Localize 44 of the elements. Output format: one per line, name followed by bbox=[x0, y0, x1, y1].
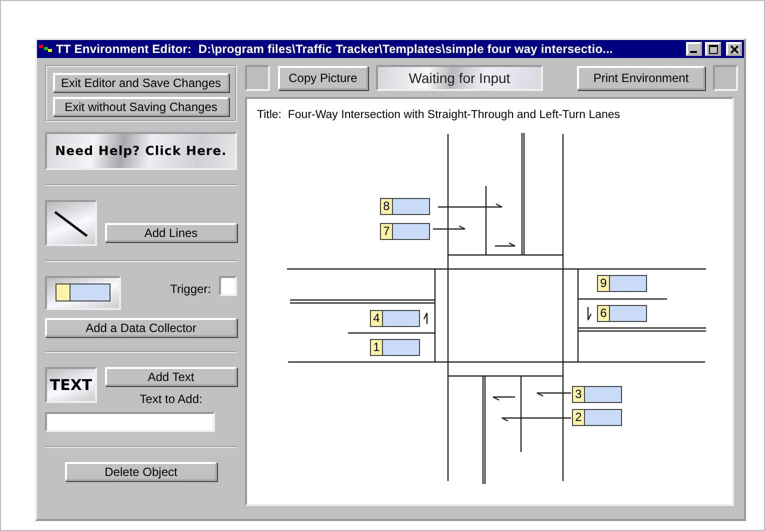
collector-number[interactable]: 4 bbox=[370, 310, 383, 327]
minimize-button[interactable] bbox=[686, 42, 702, 56]
add-lines-button[interactable]: Add Lines bbox=[105, 223, 237, 242]
color-swatch[interactable] bbox=[713, 65, 738, 91]
status-display: Waiting for Input bbox=[376, 65, 543, 91]
exit-button[interactable]: Exit without Saving Changes bbox=[53, 97, 229, 116]
maximize-button[interactable] bbox=[705, 42, 721, 56]
color-swatch[interactable] bbox=[245, 65, 270, 91]
collector-field[interactable] bbox=[393, 198, 430, 215]
close-icon bbox=[730, 45, 738, 54]
add-text-button[interactable]: Add Text bbox=[105, 367, 237, 386]
app-icon bbox=[39, 44, 53, 54]
drawing-canvas[interactable]: Title: Four-Way Intersection with Straight-Through and Left-Turn Lanes 8 7 9 4 6 1 3 2 bbox=[245, 97, 734, 506]
collector-number[interactable]: 3 bbox=[572, 386, 585, 403]
collector-number[interactable]: 7 bbox=[380, 223, 393, 240]
help-banner[interactable]: Need Help? Click Here. bbox=[45, 132, 237, 170]
collector-field[interactable] bbox=[585, 386, 622, 403]
diagram-title: Title: Four-Way Intersection with Straight-Through and Left-Turn Lanes bbox=[257, 108, 620, 123]
collector-number[interactable]: 2 bbox=[572, 409, 585, 426]
exit-button[interactable]: Exit Editor and Save Changes bbox=[53, 73, 229, 92]
delete-object-button[interactable]: Delete Object bbox=[65, 462, 217, 481]
text-to-add-field[interactable] bbox=[45, 412, 215, 432]
maximize-icon bbox=[708, 45, 718, 54]
text-tool-sample[interactable]: TEXT bbox=[45, 367, 97, 403]
data-collector-tool-icon[interactable] bbox=[45, 276, 121, 310]
add-data-collector-button[interactable]: Add a Data Collector bbox=[45, 318, 237, 337]
close-button[interactable] bbox=[726, 42, 742, 56]
collector-field[interactable] bbox=[610, 305, 647, 322]
collector-number[interactable]: 6 bbox=[597, 305, 610, 322]
trigger-checkbox[interactable] bbox=[219, 276, 237, 296]
trigger-label: Trigger: bbox=[170, 281, 211, 298]
window-title: TT Environment Editor: D:\program files\Traffic Tracker\Templates\simple four way intersectio... bbox=[56, 41, 614, 58]
copy-picture-button[interactable]: Copy Picture bbox=[278, 66, 368, 90]
print-environment-button[interactable]: Print Environment bbox=[577, 66, 705, 90]
collector-field[interactable] bbox=[585, 409, 622, 426]
collector-number[interactable]: 8 bbox=[380, 198, 393, 215]
collector-field[interactable] bbox=[383, 310, 420, 327]
collector-number[interactable]: 9 bbox=[597, 275, 610, 292]
collector-field[interactable] bbox=[610, 275, 647, 292]
collector-field[interactable] bbox=[383, 339, 420, 356]
collector-field[interactable] bbox=[393, 223, 430, 240]
text-to-add-label: Text to Add: bbox=[140, 391, 202, 408]
line-tool-icon[interactable] bbox=[45, 200, 97, 246]
collector-number[interactable]: 1 bbox=[370, 339, 383, 356]
